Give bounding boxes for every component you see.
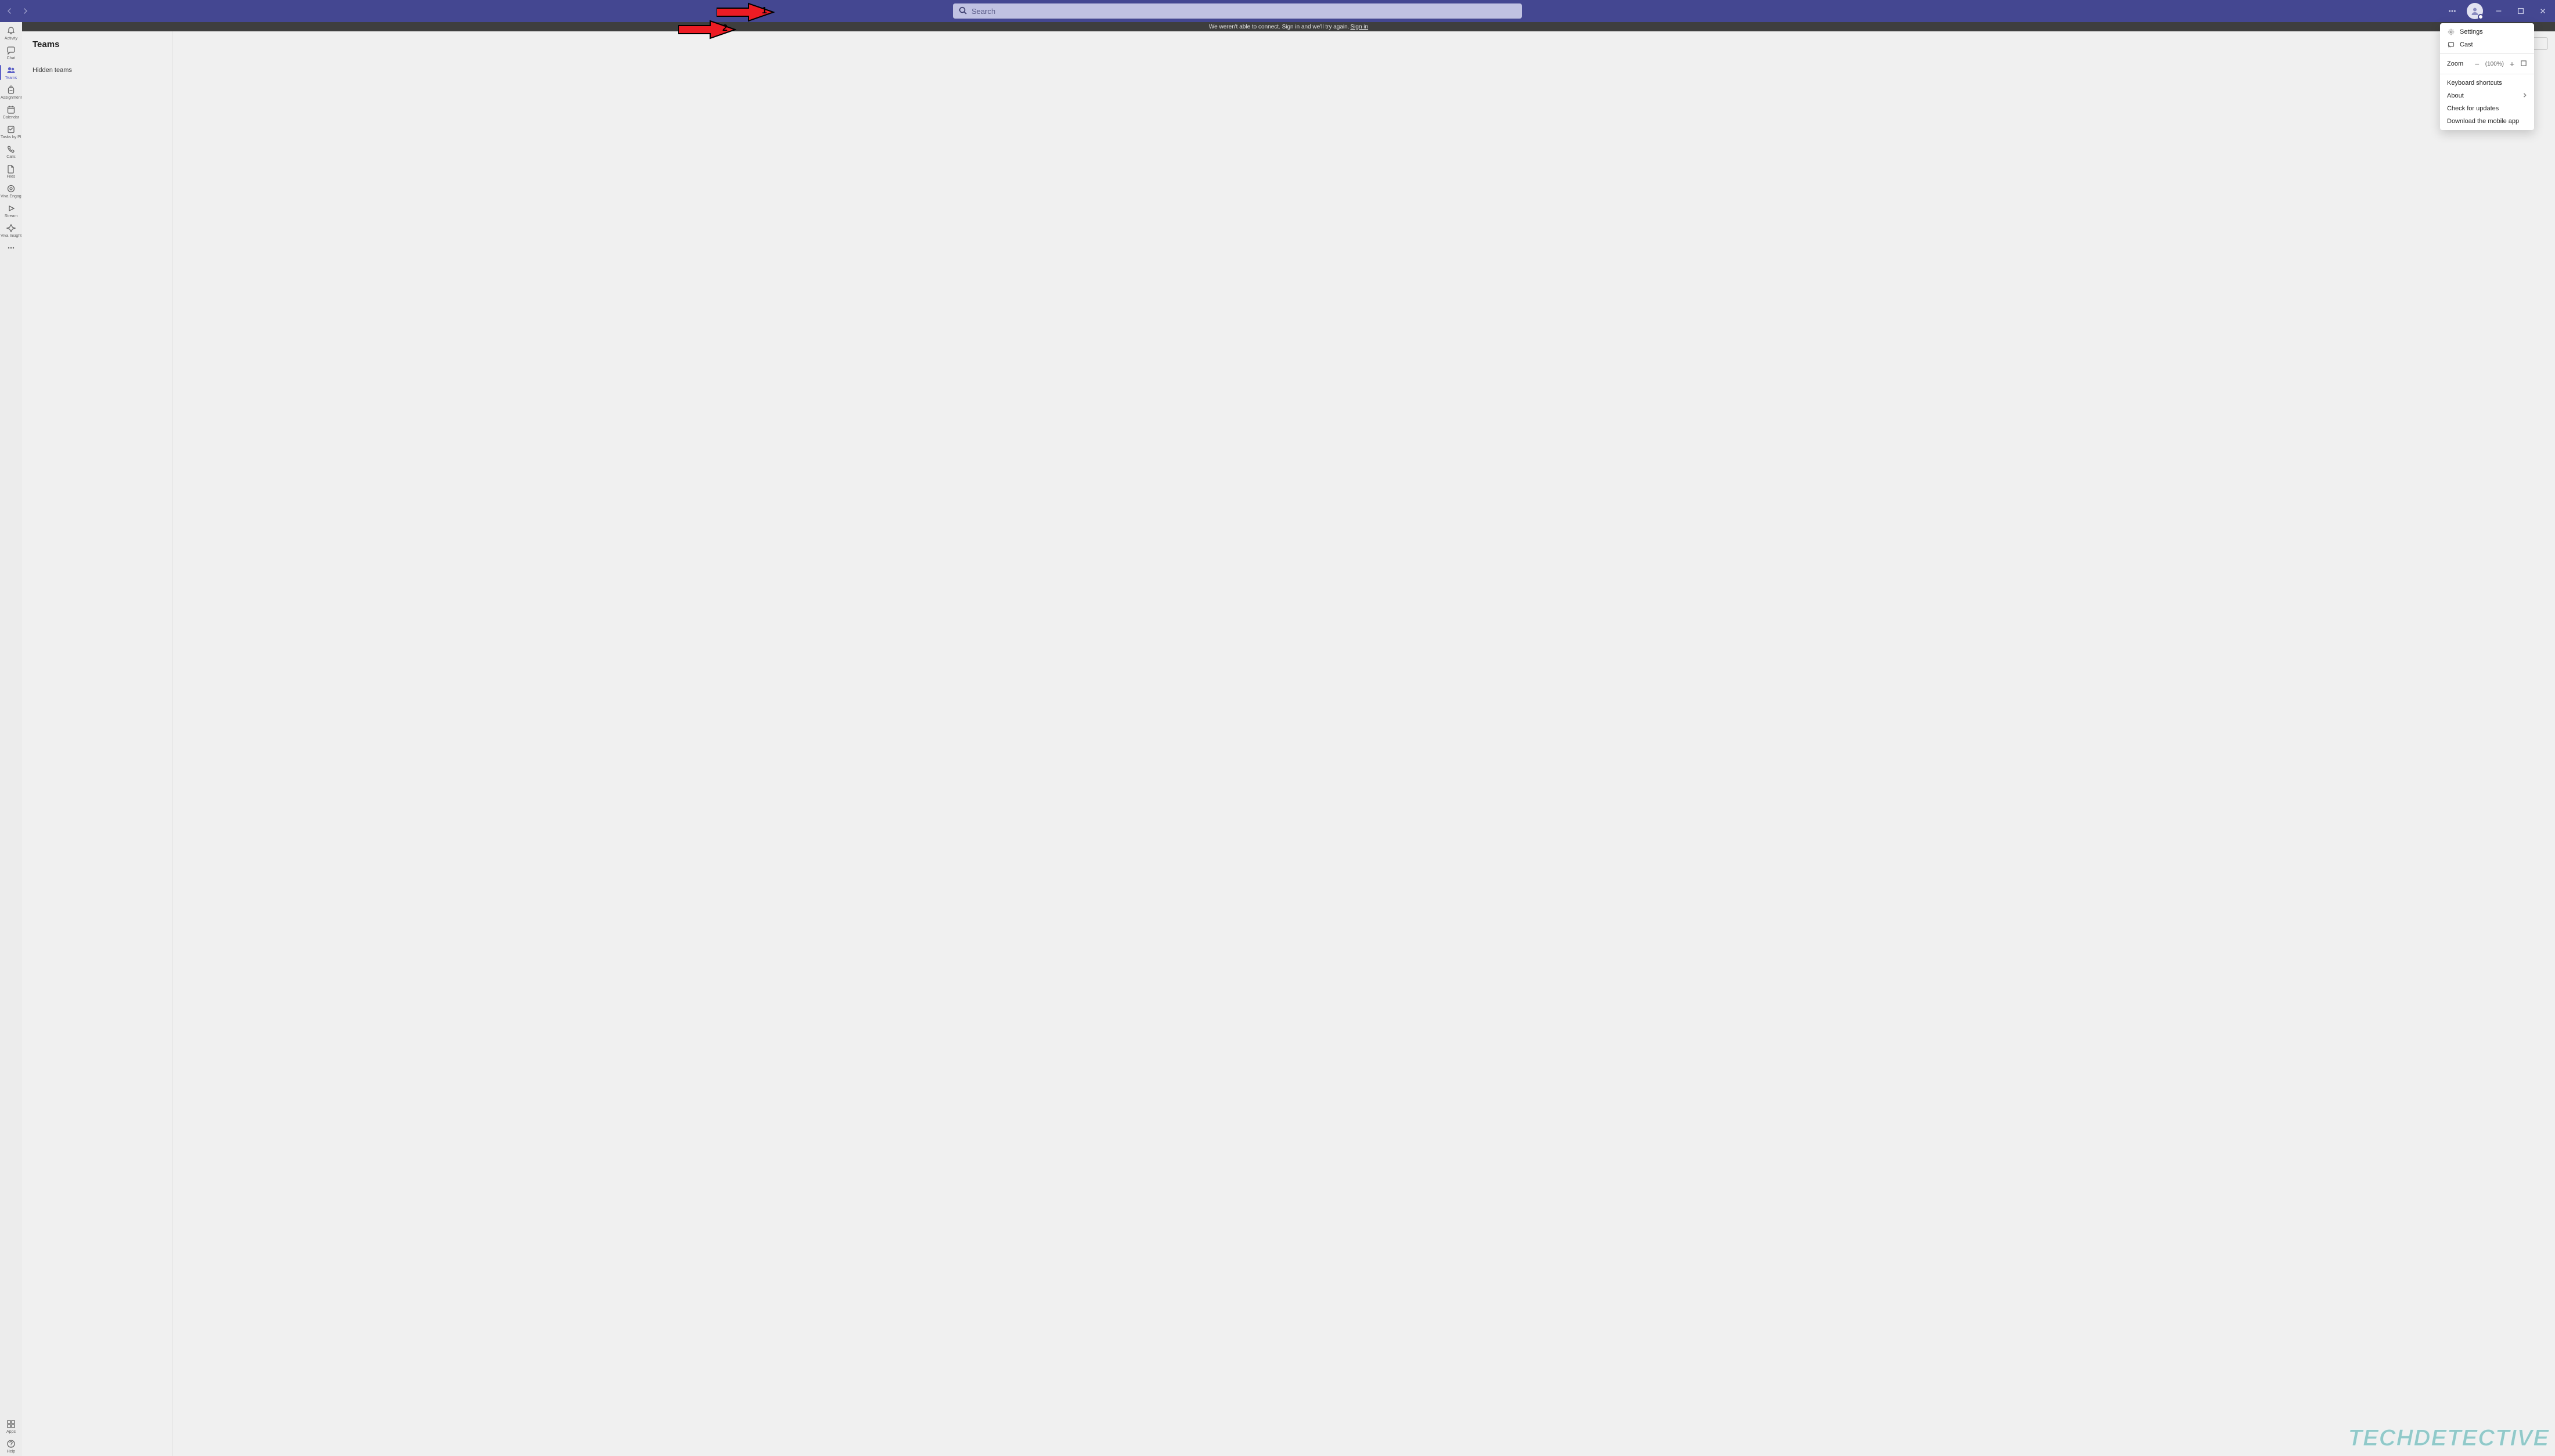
profile-avatar-button[interactable] bbox=[2467, 3, 2483, 19]
rail-calls[interactable]: Calls bbox=[0, 142, 22, 161]
menu-check-updates[interactable]: Check for updates bbox=[2440, 102, 2534, 115]
rail-assignments[interactable]: Assignments bbox=[0, 82, 22, 102]
window-maximize-button[interactable] bbox=[2511, 2, 2531, 20]
rail-calendar[interactable]: Calendar bbox=[0, 102, 22, 122]
titlebar bbox=[0, 0, 2555, 22]
watermark: TECHDETECTIVE bbox=[2348, 1425, 2549, 1451]
presence-status-icon bbox=[2478, 14, 2484, 20]
rail-files[interactable]: Files bbox=[0, 161, 22, 181]
page-title: Teams bbox=[33, 39, 162, 49]
menu-divider bbox=[2440, 53, 2534, 54]
nav-arrows bbox=[3, 5, 31, 17]
calendar-icon bbox=[6, 104, 16, 115]
window-minimize-button[interactable] bbox=[2489, 2, 2509, 20]
help-icon bbox=[6, 1439, 16, 1449]
ellipsis-icon bbox=[6, 243, 16, 253]
gear-icon bbox=[2447, 28, 2455, 35]
banner-text: We weren't able to connect. Sign in and … bbox=[1209, 24, 1350, 30]
titlebar-right bbox=[2444, 2, 2553, 20]
menu-download-mobile[interactable]: Download the mobile app bbox=[2440, 115, 2534, 128]
signin-link[interactable]: Sign in bbox=[1350, 24, 1368, 30]
menu-keyboard-shortcuts[interactable]: Keyboard shortcuts bbox=[2440, 77, 2534, 89]
cast-icon bbox=[2447, 41, 2455, 48]
stream-icon bbox=[6, 203, 16, 214]
hidden-teams-label[interactable]: Hidden teams bbox=[33, 67, 162, 74]
rail-activity[interactable]: Activity bbox=[0, 23, 22, 43]
rail-viva-engage[interactable]: Viva Engage bbox=[0, 181, 22, 201]
rail-help[interactable]: Help bbox=[0, 1436, 22, 1456]
menu-cast[interactable]: Cast bbox=[2440, 38, 2534, 51]
forward-button[interactable] bbox=[19, 5, 31, 17]
menu-zoom-row: Zoom − (100%) + bbox=[2440, 56, 2534, 71]
app-rail: Activity Chat Teams Assignments Calendar… bbox=[0, 22, 22, 1456]
chevron-right-icon bbox=[2522, 92, 2527, 99]
insights-icon bbox=[6, 223, 16, 233]
teams-pane: Teams Hidden teams bbox=[22, 31, 173, 1456]
engage-icon bbox=[6, 183, 16, 194]
search-wrap bbox=[31, 3, 2444, 19]
more-options-menu: Settings Cast Zoom − (100%) + Keyboard s… bbox=[2440, 23, 2534, 130]
back-button[interactable] bbox=[3, 5, 16, 17]
rail-more-button[interactable] bbox=[0, 240, 22, 255]
window-close-button[interactable] bbox=[2533, 2, 2553, 20]
apps-icon bbox=[6, 1419, 16, 1429]
people-icon bbox=[6, 65, 16, 75]
backpack-icon bbox=[6, 85, 16, 95]
zoom-label: Zoom bbox=[2447, 60, 2463, 67]
zoom-in-button[interactable]: + bbox=[2507, 60, 2517, 68]
tasks-icon bbox=[6, 124, 16, 135]
search-box[interactable] bbox=[953, 3, 1522, 19]
rail-teams[interactable]: Teams bbox=[0, 63, 22, 82]
menu-about[interactable]: About bbox=[2440, 89, 2534, 102]
bell-icon bbox=[6, 26, 16, 36]
zoom-value: (100%) bbox=[2485, 61, 2504, 67]
connection-banner: We weren't able to connect. Sign in and … bbox=[22, 22, 2555, 31]
file-icon bbox=[6, 164, 16, 174]
menu-settings[interactable]: Settings bbox=[2440, 26, 2534, 38]
phone-icon bbox=[6, 144, 16, 154]
chat-icon bbox=[6, 45, 16, 56]
fullscreen-button[interactable] bbox=[2520, 60, 2527, 69]
rail-stream[interactable]: Stream bbox=[0, 201, 22, 221]
zoom-out-button[interactable]: − bbox=[2473, 60, 2482, 68]
rail-viva-insights[interactable]: Viva Insights bbox=[0, 221, 22, 240]
rail-apps[interactable]: Apps bbox=[0, 1417, 22, 1436]
search-input[interactable] bbox=[971, 7, 1516, 16]
rail-tasks[interactable]: Tasks by Pl… bbox=[0, 122, 22, 142]
search-icon bbox=[959, 6, 967, 16]
more-options-button[interactable] bbox=[2444, 2, 2461, 20]
main-content bbox=[173, 31, 2555, 1456]
rail-chat[interactable]: Chat bbox=[0, 43, 22, 63]
